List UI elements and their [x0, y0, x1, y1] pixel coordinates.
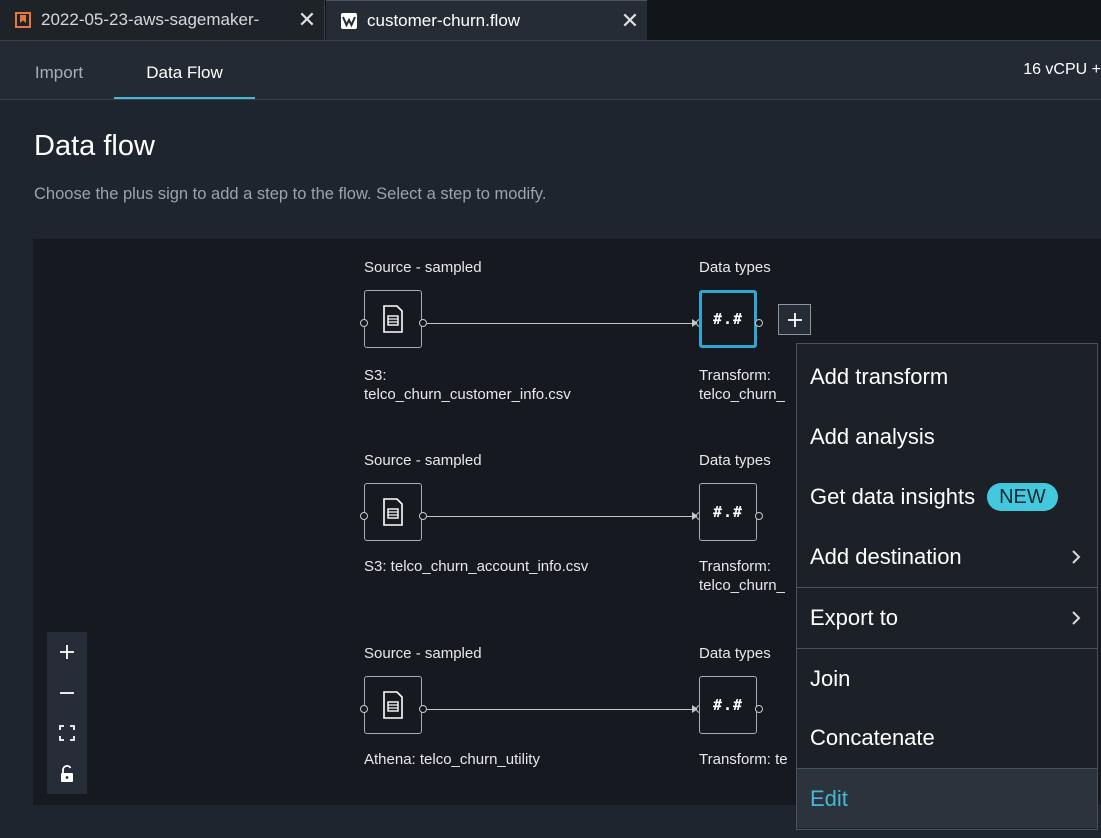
connector-line [427, 323, 692, 324]
data-types-node[interactable]: #.# [699, 483, 757, 541]
menu-item-label: Add analysis [810, 424, 935, 449]
plus-icon [787, 312, 802, 327]
zoom-out-icon[interactable] [55, 681, 79, 705]
menu-item-label: Concatenate [810, 725, 935, 750]
source-node[interactable] [364, 290, 422, 348]
close-icon[interactable]: ✕ [290, 7, 324, 33]
sub-navigation: Import Data Flow 16 vCPU + [0, 41, 1101, 100]
data-wrangler-icon [340, 12, 358, 30]
close-icon[interactable]: ✕ [613, 8, 647, 34]
data-types-node[interactable]: #.# [699, 676, 757, 734]
transform-name: Transform: telco_churn_ [699, 367, 785, 403]
tab-import[interactable]: Import [6, 41, 112, 99]
data-types-heading: Data types [699, 645, 771, 662]
tab-flow[interactable]: customer-churn.flow ✕ [326, 0, 647, 40]
transform-name: Transform: telco_churn_ [699, 558, 785, 594]
page-title: Data flow [34, 130, 155, 162]
output-port[interactable] [419, 512, 427, 520]
menu-item-add-destination[interactable]: Add destination [797, 527, 1097, 587]
connector-line [427, 516, 692, 517]
bookmark-icon [14, 11, 32, 29]
source-name: Athena: telco_churn_utility [364, 751, 540, 768]
menu-item-label: Join [810, 665, 851, 691]
menu-item-export-to[interactable]: Export to [797, 587, 1097, 647]
source-name: S3: telco_churn_account_info.csv [364, 558, 589, 575]
connector-line [427, 709, 692, 710]
menu-item-label: Edit [810, 785, 848, 811]
menu-item-add-transform[interactable]: Add transform [797, 347, 1097, 407]
data-types-icon: #.# [712, 310, 744, 328]
compute-instance-label[interactable]: 16 vCPU + [1023, 61, 1101, 79]
tab-data-flow[interactable]: Data Flow [114, 41, 255, 99]
input-port[interactable] [360, 512, 368, 520]
source-heading: Source - sampled [364, 452, 482, 469]
tab-label: 2022-05-23-aws-sagemaker- [41, 10, 260, 29]
output-port[interactable] [755, 319, 763, 327]
data-types-icon: #.# [712, 503, 744, 521]
menu-item-label: Add destination [810, 544, 962, 569]
add-step-button[interactable] [778, 304, 811, 335]
data-types-node-selected[interactable]: #.# [699, 290, 757, 348]
input-port[interactable] [360, 319, 368, 327]
file-icon [383, 305, 403, 333]
new-badge: NEW [987, 483, 1058, 511]
transform-name: Transform: te [699, 751, 788, 768]
menu-item-concatenate[interactable]: Concatenate [797, 708, 1097, 768]
output-port[interactable] [419, 705, 427, 713]
tab-bar: 2022-05-23-aws-sagemaker- ✕ customer-chu… [0, 0, 1101, 41]
file-icon [383, 691, 403, 719]
output-port[interactable] [419, 319, 427, 327]
menu-item-join[interactable]: Join [797, 648, 1097, 708]
output-port[interactable] [755, 512, 763, 520]
chevron-right-icon [1072, 611, 1081, 625]
file-icon [383, 498, 403, 526]
data-types-icon: #.# [712, 696, 744, 714]
source-node[interactable] [364, 483, 422, 541]
output-port[interactable] [755, 705, 763, 713]
source-name: S3: telco_churn_customer_info.csv [364, 367, 571, 403]
source-heading: Source - sampled [364, 259, 482, 276]
unlock-icon[interactable] [55, 762, 79, 786]
page-description: Choose the plus sign to add a step to th… [34, 185, 547, 203]
menu-item-label: Export to [810, 604, 899, 630]
add-step-menu: Add transform Add analysis Get data insi… [796, 343, 1098, 830]
menu-item-add-analysis[interactable]: Add analysis [797, 407, 1097, 467]
data-types-heading: Data types [699, 259, 771, 276]
chevron-right-icon [1072, 550, 1081, 564]
tab-label: customer-churn.flow [367, 10, 521, 30]
source-node[interactable] [364, 676, 422, 734]
tab-notebook[interactable]: 2022-05-23-aws-sagemaker- ✕ [0, 0, 325, 40]
input-port[interactable] [360, 705, 368, 713]
menu-item-edit[interactable]: Edit [797, 768, 1097, 828]
menu-item-label: Add transform [810, 364, 949, 389]
zoom-controls [47, 632, 87, 794]
zoom-in-icon[interactable] [55, 640, 79, 664]
data-types-heading: Data types [699, 452, 771, 469]
menu-item-get-data-insights[interactable]: Get data insights NEW [797, 467, 1097, 527]
fit-view-icon[interactable] [55, 721, 79, 745]
source-heading: Source - sampled [364, 645, 482, 662]
menu-item-label: Get data insights [810, 484, 976, 509]
